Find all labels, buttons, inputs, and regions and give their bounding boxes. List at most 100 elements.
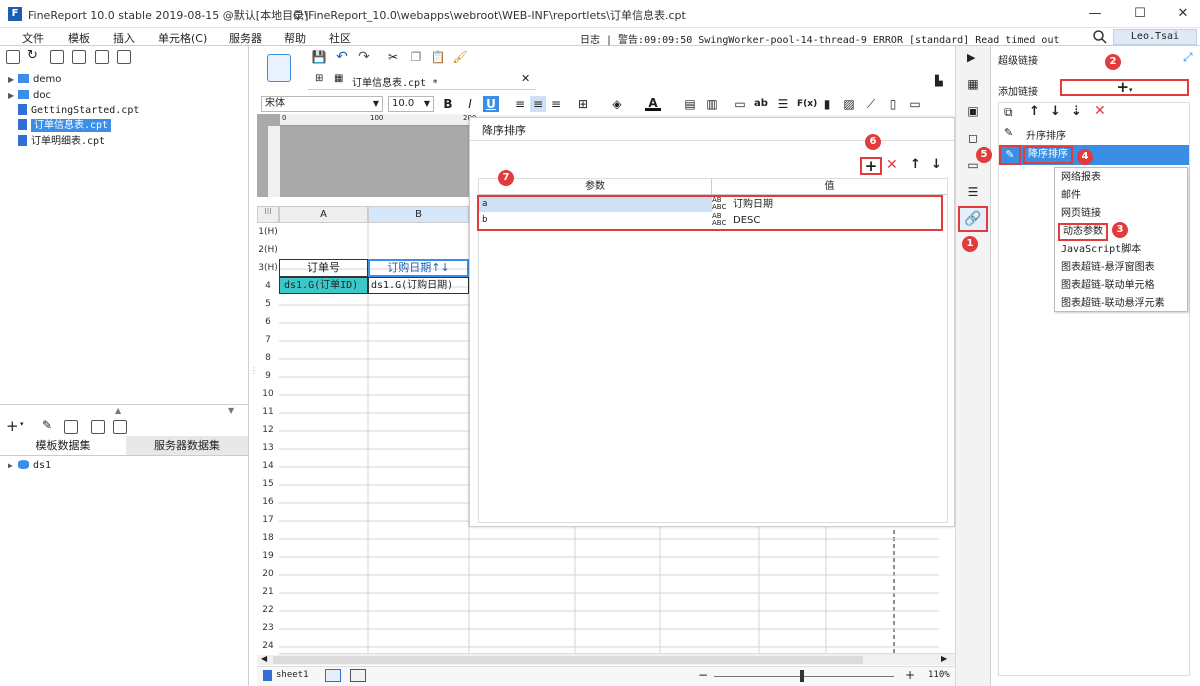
copy-icon[interactable]	[117, 50, 131, 64]
pin-icon[interactable]: ▙	[935, 76, 943, 87]
fill-color-icon[interactable]: ◈	[609, 96, 625, 112]
border-icon[interactable]: ⊞	[575, 96, 591, 112]
condition-icon[interactable]: ☰	[965, 184, 981, 200]
row-header[interactable]: 6	[257, 313, 279, 331]
edit-icon[interactable]	[72, 50, 86, 64]
delete-dataset-icon[interactable]	[64, 420, 78, 434]
link-item-desc[interactable]: 降序排序	[1023, 146, 1073, 164]
add-param-button[interactable]: +	[860, 157, 882, 175]
row-header[interactable]: 18	[257, 529, 279, 547]
refresh-icon[interactable]: ↻	[27, 48, 38, 63]
row-header[interactable]: 21	[257, 583, 279, 601]
menu-cell[interactable]: 单元格(C)	[158, 30, 207, 46]
row-header[interactable]: 15	[257, 475, 279, 493]
row-header[interactable]: 20	[257, 565, 279, 583]
collapse-pane-icon[interactable]: ⤢	[1183, 50, 1193, 65]
new-folder-icon[interactable]	[6, 50, 20, 64]
row-header[interactable]: 3(H)	[257, 259, 279, 277]
expand-arrow-icon[interactable]: ▶	[8, 72, 18, 87]
unmerge-icon[interactable]: ▥	[704, 96, 720, 112]
menu-item-network-report[interactable]: 网络报表	[1061, 169, 1101, 187]
row-header[interactable]: 1(H)	[257, 223, 279, 241]
paste-icon[interactable]: 📋	[430, 49, 446, 65]
move-down-button[interactable]: ↓	[931, 157, 942, 172]
delete-link-icon[interactable]: ✕	[1094, 103, 1106, 119]
row-header[interactable]: 7	[257, 331, 279, 349]
align-right-icon[interactable]: ≡	[548, 96, 564, 112]
sort-icon[interactable]: ⇣	[1071, 104, 1082, 119]
preview-dataset-icon[interactable]	[91, 420, 105, 434]
image-icon[interactable]: ▨	[841, 96, 857, 112]
font-select[interactable]: 宋体 ▼	[261, 96, 383, 112]
pencil-icon[interactable]: ✎	[999, 145, 1021, 165]
cell-a3[interactable]: 订单号	[279, 259, 368, 277]
add-dataset-icon[interactable]: +	[6, 417, 19, 435]
tab-template-dataset[interactable]: 模板数据集	[0, 436, 126, 456]
delete-param-button[interactable]: ✕	[886, 157, 898, 173]
row-header[interactable]: 14	[257, 457, 279, 475]
tree-item-ds1[interactable]: ▶ ds1	[8, 458, 51, 473]
menu-item-email[interactable]: 邮件	[1061, 187, 1081, 205]
row-header[interactable]: 22	[257, 601, 279, 619]
dropdown-arrow-icon[interactable]: ▾	[20, 420, 24, 428]
tree-item-demo[interactable]: ▶ demo	[8, 72, 61, 87]
save-icon[interactable]: 💾	[311, 49, 327, 65]
formula-icon[interactable]: F(x)	[797, 96, 817, 112]
subreport-icon[interactable]: ▯	[885, 96, 901, 112]
menu-community[interactable]: 社区	[329, 30, 351, 46]
open-icon[interactable]	[50, 50, 64, 64]
menu-template[interactable]: 模板	[68, 30, 90, 46]
close-tab-icon[interactable]: ✕	[521, 72, 530, 85]
merge-icon[interactable]: ▤	[682, 96, 698, 112]
expand-arrow-icon[interactable]: ▶	[8, 458, 18, 473]
undo-icon[interactable]: ↶	[334, 49, 350, 65]
row-header[interactable]: 19	[257, 547, 279, 565]
menu-item-dynamic-param[interactable]: 动态参数	[1058, 223, 1108, 241]
row-header[interactable]: 10	[257, 385, 279, 403]
select-all-corner[interactable]: ⁝⁝⁝	[257, 206, 279, 223]
tree-item-gettingstarted[interactable]: GettingStarted.cpt	[18, 103, 139, 118]
tab-order-info[interactable]: ⊞ ▦ 订单信息表.cpt * ✕	[308, 70, 536, 90]
richtext-icon[interactable]: ☰	[775, 96, 791, 112]
col-header-b[interactable]: B	[368, 206, 469, 223]
maximize-button[interactable]: ☐	[1125, 4, 1155, 24]
menu-file[interactable]: 文件	[22, 30, 44, 46]
cell-a4[interactable]: ds1.G(订单ID)	[279, 277, 368, 294]
close-button[interactable]: ✕	[1168, 4, 1198, 24]
row-header[interactable]: 13	[257, 439, 279, 457]
menu-help[interactable]: 帮助	[284, 30, 306, 46]
float-element-icon[interactable]: ◻	[965, 130, 981, 146]
italic-button[interactable]: I	[462, 96, 478, 112]
menu-item-chart-float[interactable]: 图表超链-悬浮窗图表	[1061, 259, 1155, 277]
menu-item-chart-float-element[interactable]: 图表超链-联动悬浮元素	[1061, 295, 1165, 313]
template-type-icon[interactable]	[267, 54, 291, 82]
move-down-icon[interactable]: ↓	[1050, 104, 1061, 119]
collapse-arrow-icon[interactable]: ▲	[115, 406, 121, 415]
param-dataset-icon[interactable]	[113, 420, 127, 434]
move-up-button[interactable]: ↑	[910, 157, 921, 172]
tree-item-order-info[interactable]: 订单信息表.cpt	[18, 118, 112, 133]
row-header[interactable]: 9	[257, 367, 279, 385]
row-header[interactable]: 24	[257, 637, 279, 655]
font-color-icon[interactable]: A	[645, 95, 661, 111]
cell-b4[interactable]: ds1.G(订购日期)	[368, 277, 469, 294]
bold-button[interactable]: B	[440, 96, 456, 112]
text-icon[interactable]: ab	[753, 96, 769, 112]
link-item-asc[interactable]: 升序排序	[1026, 127, 1066, 142]
menu-item-chart-cell[interactable]: 图表超链-联动单元格	[1061, 277, 1155, 295]
row-header[interactable]: 2(H)	[257, 241, 279, 259]
row-header[interactable]: 16	[257, 493, 279, 511]
collapse-arrow-icon[interactable]: ▼	[228, 406, 234, 415]
row-header[interactable]: 5	[257, 295, 279, 313]
menu-server[interactable]: 服务器	[229, 30, 262, 46]
tree-item-doc[interactable]: ▶ doc	[8, 88, 51, 103]
add-polysheet-icon[interactable]	[350, 669, 366, 682]
row-header[interactable]: 11	[257, 403, 279, 421]
row-header[interactable]: 17	[257, 511, 279, 529]
user-badge[interactable]: Leo.Tsai	[1113, 29, 1197, 45]
log-status[interactable]: 日志 | 警告:09:09:50 SwingWorker-pool-14-thr…	[580, 31, 1060, 46]
zoom-out-button[interactable]: −	[698, 668, 708, 682]
edit-dataset-icon[interactable]: ✎	[42, 418, 52, 432]
add-sheet-icon[interactable]	[325, 669, 341, 682]
insert-cell-icon[interactable]: ▭	[732, 96, 748, 112]
